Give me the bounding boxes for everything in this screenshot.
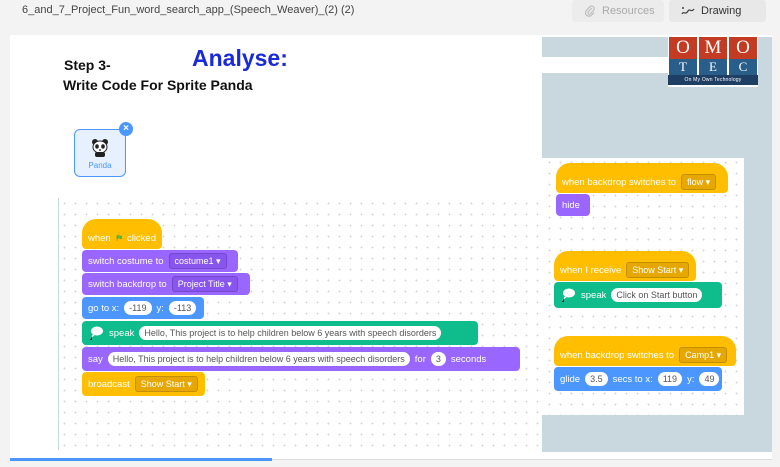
logo-letter: O	[669, 37, 697, 59]
block-switch-costume[interactable]: switch costume to costume1 ▾	[82, 250, 238, 272]
slide-heading: Analyse:	[192, 45, 288, 71]
goto-y-input[interactable]: -113	[168, 301, 197, 315]
decor-strip-bottom	[542, 415, 772, 452]
block-label: hide	[562, 199, 580, 211]
receive-dropdown[interactable]: Show Start ▾	[626, 262, 690, 278]
resources-label: Resources	[602, 5, 655, 17]
costume-dropdown[interactable]: costume1 ▾	[168, 253, 227, 269]
top-bar: 6_and_7_Project_Fun_word_search_app_(Spe…	[0, 0, 780, 28]
close-icon[interactable]: ×	[119, 122, 133, 136]
green-flag-icon	[116, 235, 122, 241]
sprite-tile-panda[interactable]: × Panda	[74, 122, 133, 177]
block-speak[interactable]: speak Hello, This project is to help chi…	[82, 321, 478, 345]
glide-secs-input[interactable]: 3.5	[585, 372, 608, 386]
speaker-icon	[90, 326, 103, 340]
block-label: secs to x:	[612, 373, 653, 385]
block-label: broadcast	[88, 378, 130, 390]
scroll-track	[272, 459, 772, 460]
block-label: clicked	[126, 232, 156, 244]
drawing-label: Drawing	[701, 5, 742, 17]
block-glide[interactable]: glide 3.5 secs to x: 119 y: 49	[554, 367, 722, 391]
resources-button[interactable]: Resources	[572, 0, 664, 22]
backdrop-dropdown[interactable]: Project Title ▾	[171, 276, 238, 292]
omotec-logo: O M O T E C On My Own Technology	[668, 37, 758, 87]
block-label: for	[414, 353, 426, 365]
block-switch-backdrop[interactable]: switch backdrop to Project Title ▾	[82, 273, 250, 295]
glide-x-input[interactable]: 119	[657, 372, 683, 386]
block-label: switch costume to	[88, 255, 164, 267]
backdrop-switch-dropdown[interactable]: Camp1 ▾	[679, 347, 728, 363]
broadcast-dropdown[interactable]: Show Start ▾	[134, 376, 198, 392]
step-subtitle: Write Code For Sprite Panda	[63, 77, 253, 93]
block-when-flag-clicked[interactable]: when clicked	[82, 219, 162, 249]
block-when-backdrop-switches[interactable]: when backdrop switches to Camp1 ▾	[554, 336, 736, 366]
slide-canvas: Step 3- Write Code For Sprite Panda Anal…	[10, 35, 772, 460]
block-label: speak	[109, 327, 135, 339]
block-label: when backdrop switches to	[560, 349, 675, 361]
app-window: 6_and_7_Project_Fun_word_search_app_(Spe…	[0, 0, 780, 467]
block-label: y:	[687, 373, 695, 385]
speaker-icon	[562, 288, 575, 302]
block-broadcast[interactable]: broadcast Show Start ▾	[82, 372, 205, 396]
scroll-progress-bar[interactable]	[10, 458, 272, 461]
block-label: y:	[156, 302, 164, 314]
drawing-icon	[681, 7, 695, 15]
block-hide[interactable]: hide	[556, 194, 590, 216]
goto-x-input[interactable]: -119	[124, 301, 152, 315]
block-label: when	[88, 232, 111, 244]
block-label: when I receive	[560, 264, 622, 276]
block-label: go to x:	[88, 302, 120, 314]
glide-y-input[interactable]: 49	[699, 372, 720, 386]
panda-icon	[92, 139, 108, 157]
block-label: glide	[560, 373, 581, 385]
speak-text-input[interactable]: Hello, This project is to help children …	[139, 326, 442, 340]
sprite-name: Panda	[88, 161, 112, 170]
block-when-i-receive[interactable]: when I receive Show Start ▾	[554, 251, 696, 281]
block-say-for-secs[interactable]: say Hello, This project is to help child…	[82, 347, 520, 371]
block-speak[interactable]: speak Click on Start button	[554, 282, 722, 308]
block-label: seconds	[450, 353, 487, 365]
drawing-button[interactable]: Drawing	[669, 0, 766, 22]
document-title: 6_and_7_Project_Fun_word_search_app_(Spe…	[22, 4, 355, 16]
block-when-backdrop-switches[interactable]: when backdrop switches to flow ▾	[556, 163, 728, 193]
block-label: switch backdrop to	[88, 278, 167, 290]
say-text-input[interactable]: Hello, This project is to help children …	[107, 352, 410, 366]
step-label: Step 3-	[64, 57, 111, 73]
logo-letter: C	[729, 59, 757, 75]
paperclip-icon	[584, 5, 595, 17]
logo-letter: M	[699, 37, 727, 59]
logo-letter: T	[669, 59, 697, 75]
decor-strip-right	[744, 37, 772, 452]
block-go-to-xy[interactable]: go to x: -119 y: -113	[82, 297, 204, 319]
say-secs-input[interactable]: 3	[430, 352, 446, 366]
block-label: say	[88, 353, 103, 365]
logo-letter: E	[699, 59, 727, 75]
backdrop-switch-dropdown[interactable]: flow ▾	[681, 174, 717, 190]
logo-tagline: On My Own Technology	[668, 75, 758, 85]
logo-letter: O	[729, 37, 757, 59]
block-label: when backdrop switches to	[562, 176, 677, 188]
speak-text-input[interactable]: Click on Start button	[611, 288, 703, 302]
block-label: speak	[581, 289, 607, 301]
